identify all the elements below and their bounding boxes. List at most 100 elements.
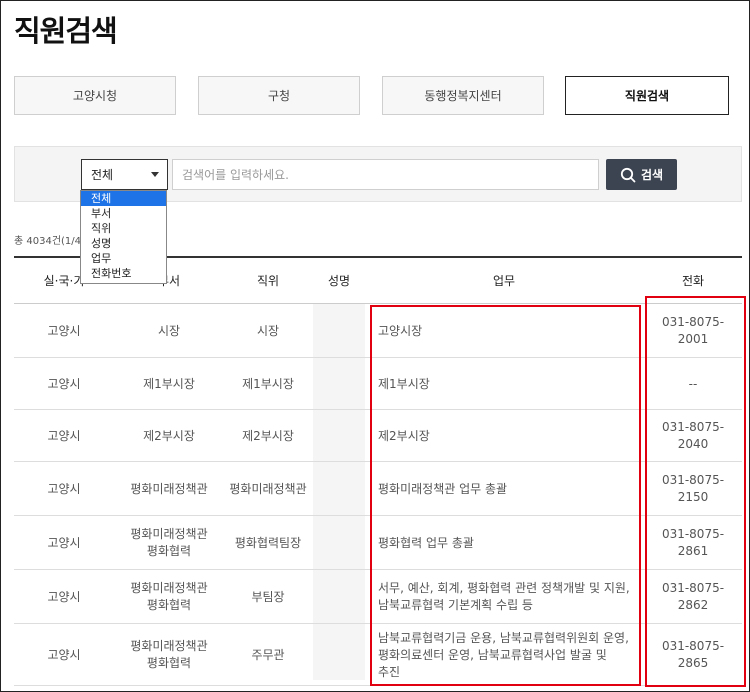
table-row: 고양시 평화미래정책관 평화미래정책관 평화미래정책관 업무 총괄 031-8075- 2… [14, 462, 742, 516]
cell-position: 시장 [224, 304, 312, 358]
cell-dept-line: 평화협력 [146, 598, 192, 612]
cell-position: 주무관 [224, 624, 312, 686]
cell-duty: 제2부시장 [378, 410, 640, 462]
search-button[interactable]: 검색 [606, 159, 677, 190]
cell-duty-line: 고양시장 [378, 323, 423, 338]
cell-org: 고양시 [14, 410, 114, 462]
cell-duty-line: 남북교류협력기금 운용, 남북교류협력위원회 운영, [378, 630, 629, 645]
dropdown-option-position[interactable]: 직위 [81, 221, 166, 236]
search-category-select[interactable]: 전체 [81, 159, 168, 190]
cell-position: 평화미래정책관 [224, 462, 312, 516]
cell-dept: 평화미래정책관평화협력 [114, 570, 224, 624]
cell-duty-text: 남북교류협력기금 운용, 남북교류협력위원회 운영, 평화의료센터 운영, 남북교… [378, 630, 629, 681]
cell-dept-line: 평화미래정책관 [130, 581, 208, 595]
cell-position: 제2부시장 [224, 410, 312, 462]
cell-dept: 평화미래정책관평화협력 [114, 516, 224, 570]
caret-down-icon [151, 172, 159, 177]
cell-dept-line: 제2부시장 [143, 428, 195, 443]
cell-position-text: 제1부시장 [242, 376, 294, 391]
cell-duty-line: 평화의료센터 운영, 남북교류협력사업 발굴 및 [378, 647, 607, 662]
cell-phone-text: 031-8075- 2040 [662, 419, 724, 453]
cell-dept-line: 평화미래정책관 [130, 527, 208, 541]
table-row: 고양시 평화미래정책관평화협력 주무관 남북교류협력기금 운용, 남북교류협력위원회 … [14, 624, 742, 686]
total-count: 총 4034건(1/4 [14, 236, 82, 247]
cell-dept: 제1부시장 [114, 358, 224, 410]
cell-dept-line: 시장 [157, 323, 181, 338]
cell-org: 고양시 [14, 462, 114, 516]
cell-duty-text: 고양시장 [378, 323, 422, 340]
cell-duty-text: 제2부시장 [378, 428, 430, 445]
cell-phone: 031-8075- 2862 [644, 570, 742, 624]
cell-dept-line: 제1부시장 [143, 376, 195, 391]
dropdown-option-department[interactable]: 부서 [81, 206, 166, 221]
header-phone: 전화 [681, 274, 705, 288]
table-row: 고양시 제2부시장 제2부시장 제2부시장 031-8075- 2040 [14, 410, 742, 462]
cell-position-text: 시장 [256, 323, 280, 338]
cell-duty-text: 제1부시장 [378, 376, 430, 393]
cell-duty-text: 평화협력 업무 총괄 [378, 535, 474, 552]
cell-org: 고양시 [14, 358, 114, 410]
cell-phone-line: -- [688, 376, 698, 391]
cell-duty-text: 서무, 예산, 회계, 평화협력 관련 정책개발 및 지원, 남북교류협력 기본계… [378, 580, 630, 614]
header-name: 성명 [327, 274, 351, 288]
cell-phone-line: 2861 [677, 544, 709, 558]
table-row: 고양시 제1부시장 제1부시장 제1부시장 -- [14, 358, 742, 410]
dropdown-option-name[interactable]: 성명 [81, 236, 166, 251]
cell-phone: 031-8075- 2150 [644, 462, 742, 516]
cell-dept-line: 평화협력 [146, 656, 192, 670]
cell-org: 고양시 [14, 624, 114, 686]
cell-position-text: 주무관 [251, 647, 285, 662]
cell-duty-line: 평화협력 업무 총괄 [378, 535, 474, 550]
cell-phone-line: 2001 [677, 332, 709, 346]
dropdown-option-duty[interactable]: 업무 [81, 251, 166, 266]
cell-duty: 서무, 예산, 회계, 평화협력 관련 정책개발 및 지원, 남북교류협력 기본계… [378, 570, 640, 624]
tab-district-office[interactable]: 구청 [198, 76, 360, 115]
cell-position-text: 부팀장 [251, 589, 285, 604]
cell-org-text: 고양시 [47, 376, 81, 391]
cell-position: 평화협력팀장 [224, 516, 312, 570]
tab-community-center[interactable]: 동행정복지센터 [382, 76, 544, 115]
cell-dept-text: 제2부시장 [143, 428, 195, 445]
cell-org-text: 고양시 [47, 323, 81, 338]
cell-dept-text: 평화미래정책관평화협력 [130, 526, 207, 560]
cell-dept-line: 평화미래정책관 [130, 639, 208, 653]
cell-phone-line: 031-8075- [661, 527, 725, 541]
cell-org: 고양시 [14, 304, 114, 358]
cell-dept-text: 평화미래정책관평화협력 [130, 638, 207, 672]
cell-duty: 남북교류협력기금 운용, 남북교류협력위원회 운영, 평화의료센터 운영, 남북교… [378, 624, 640, 686]
cell-org: 고양시 [14, 516, 114, 570]
cell-duty-line: 추진 [378, 664, 401, 679]
cell-phone-line: 2040 [677, 437, 709, 451]
cell-dept: 평화미래정책관평화협력 [114, 624, 224, 686]
cell-phone-line: 031-8075- [661, 473, 725, 487]
dropdown-option-all[interactable]: 전체 [81, 191, 166, 206]
search-input[interactable]: 검색어를 입력하세요. [172, 159, 599, 190]
cell-phone-line: 2865 [677, 656, 709, 670]
cell-phone-line: 031-8075- [661, 420, 725, 434]
cell-dept: 평화미래정책관 [114, 462, 224, 516]
cell-phone-text: 031-8075- 2862 [662, 580, 724, 614]
cell-org-text: 고양시 [47, 481, 81, 496]
table-row: 고양시 평화미래정책관평화협력 평화협력팀장 평화협력 업무 총괄 031-8075- 2… [14, 516, 742, 570]
cell-org-text: 고양시 [47, 428, 81, 443]
cell-dept-text: 제1부시장 [143, 376, 195, 393]
search-icon [620, 167, 636, 182]
header-duty: 업무 [492, 274, 516, 288]
cell-duty-line: 서무, 예산, 회계, 평화협력 관련 정책개발 및 지원, [378, 581, 630, 595]
cell-org: 고양시 [14, 570, 114, 624]
cell-phone: 031-8075- 2001 [644, 304, 742, 358]
cell-dept-line: 평화협력 [146, 544, 192, 558]
dropdown-option-phone[interactable]: 전화번호 [81, 266, 166, 281]
search-button-label: 검색 [640, 168, 664, 182]
cell-phone-text: -- [689, 376, 698, 393]
cell-phone: 031-8075- 2040 [644, 410, 742, 462]
cell-phone-line: 2150 [677, 490, 709, 504]
cell-phone-text: 031-8075- 2865 [662, 638, 724, 672]
cell-duty: 제1부시장 [378, 358, 640, 410]
tab-city-hall[interactable]: 고양시청 [14, 76, 176, 115]
table-row: 고양시 평화미래정책관 평화협력 부팀장 서무, 예산, 회계, 평화협력 관련 정책개… [14, 570, 742, 624]
tab-staff-search[interactable]: 직원검색 [565, 76, 729, 115]
cell-phone-line: 2862 [677, 598, 709, 612]
cell-position-text: 평화미래정책관 [229, 481, 307, 496]
cell-phone: 031-8075- 2865 [644, 624, 742, 686]
